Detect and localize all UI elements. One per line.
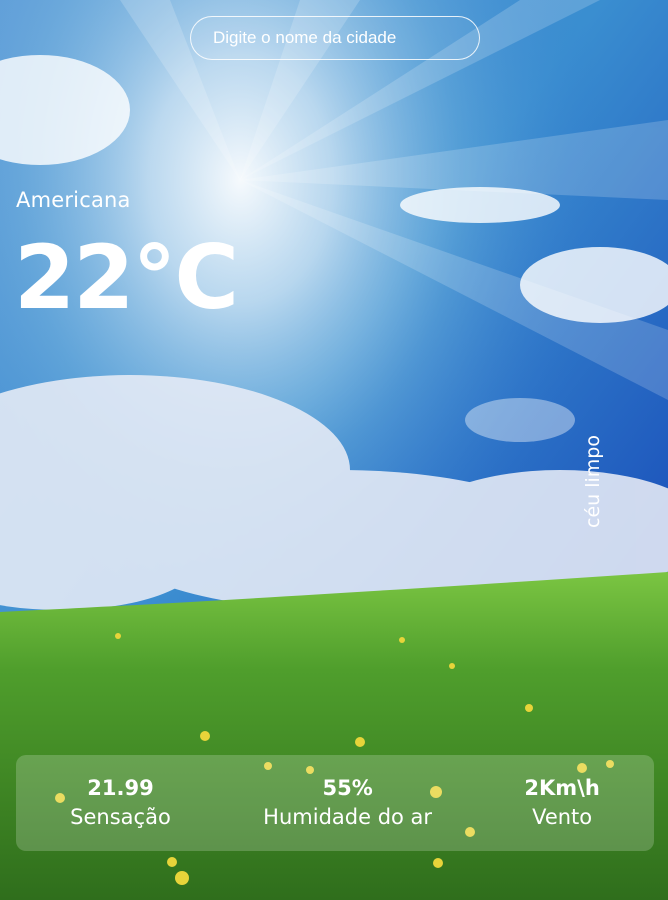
feels-like-value: 21.99 <box>87 776 154 800</box>
humidity-label: Humidade do ar <box>263 805 433 829</box>
wind-value: 2Km\h <box>524 776 600 800</box>
humidity-metric: 55% Humidade do ar <box>263 774 432 832</box>
temperature: 22°C <box>14 226 239 329</box>
wind-label: Vento <box>532 805 593 829</box>
wind-metric: 2Km\h Vento <box>524 774 599 832</box>
weather-description: céu limpo <box>582 435 604 528</box>
feels-like-label: Sensação <box>70 805 171 829</box>
search-input[interactable] <box>190 16 480 60</box>
weather-details-panel: 21.99 Sensação 55% Humidade do ar 2Km\h … <box>16 755 654 851</box>
feels-like-metric: 21.99 Sensação <box>70 774 171 832</box>
city-name: Americana <box>16 188 131 212</box>
humidity-value: 55% <box>322 776 373 800</box>
